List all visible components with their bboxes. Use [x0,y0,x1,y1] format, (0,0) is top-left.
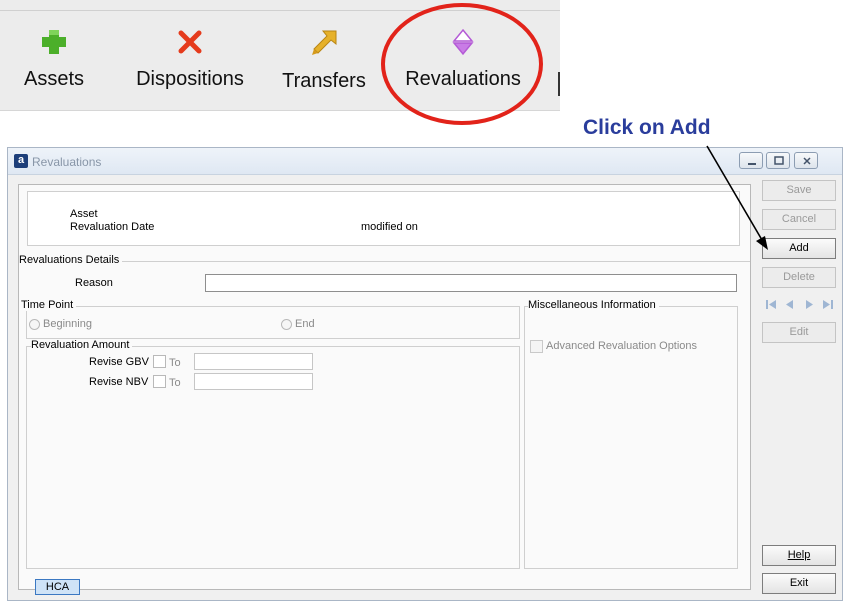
toolbar-transfers-label: Transfers [282,70,366,92]
reason-label: Reason [75,277,113,289]
close-button[interactable] [794,152,818,169]
help-button-label: Help [787,549,811,561]
revise-nbv-label: Revise NBV [89,376,149,388]
toolbar-assets-label: Assets [23,68,85,90]
help-button[interactable]: Help [762,545,836,566]
revaluation-amount-group-title: Revaluation Amount [31,339,133,351]
toolbar-dispositions-label: Dispositions [136,68,244,90]
time-point-group-title: Time Point [21,299,77,311]
transfer-arrow-icon [312,30,337,55]
app-logo-icon: a [14,154,28,168]
revise-gbv-to-label: To [169,357,181,369]
modified-on-label: modified on [361,221,418,233]
revise-gbv-label: Revise GBV [89,356,149,368]
highlight-circle [381,3,543,125]
end-radio-label: End [295,318,315,330]
last-record-icon[interactable] [819,296,837,313]
revise-nbv-checkbox[interactable] [153,375,166,388]
revise-gbv-checkbox[interactable] [153,355,166,368]
toolbar-dispositions-button[interactable]: Dispositions [128,28,252,91]
previous-record-icon[interactable] [781,296,799,313]
window-title: Revaluations [32,155,102,169]
record-navigator [762,296,838,314]
cancel-button[interactable]: Cancel [762,209,836,230]
add-button[interactable]: Add [762,238,836,259]
form-panel: Asset Revaluation Date modified on Reval… [18,184,751,595]
toolbar-assets-button[interactable]: Assets [18,28,90,91]
exit-button[interactable]: Exit [762,573,836,594]
minimize-icon [748,163,756,165]
details-group-border [19,261,750,262]
delete-button[interactable]: Delete [762,267,836,288]
revaluation-date-label: Revaluation Date [70,221,155,233]
save-button[interactable]: Save [762,180,836,201]
first-record-icon[interactable] [762,296,780,313]
edit-button[interactable]: Edit [762,322,836,343]
x-icon [178,30,202,54]
tab-hca[interactable]: HCA [35,579,80,595]
toolbar-transfers-button[interactable]: Transfers [274,28,374,93]
revise-nbv-input[interactable] [194,373,313,390]
beginning-radio-label: Beginning [43,318,92,330]
callout-text: Click on Add [583,116,711,139]
toolbar-overflow-separator [558,72,560,96]
plus-icon [42,30,66,54]
end-radio[interactable] [281,319,292,330]
misc-info-group-title: Miscellaneous Information [528,299,659,311]
asset-label: Asset [70,208,98,220]
reason-input[interactable] [205,274,737,292]
header-info-box: Asset Revaluation Date modified on [27,191,740,246]
restore-icon [774,156,784,165]
maximize-button[interactable] [766,152,790,169]
details-group-title: Revaluations Details [19,254,123,266]
revaluations-window: a Revaluations Asset Revaluation Date mo… [7,147,843,601]
next-record-icon[interactable] [800,296,818,313]
beginning-radio[interactable] [29,319,40,330]
advanced-options-label: Advanced Revaluation Options [546,340,698,352]
time-point-group [26,306,520,339]
minimize-button[interactable] [739,152,763,169]
revise-gbv-input[interactable] [194,353,313,370]
advanced-options-checkbox[interactable] [530,340,543,353]
close-icon [803,157,811,165]
title-bar[interactable]: a Revaluations [8,148,842,175]
revise-nbv-to-label: To [169,377,181,389]
